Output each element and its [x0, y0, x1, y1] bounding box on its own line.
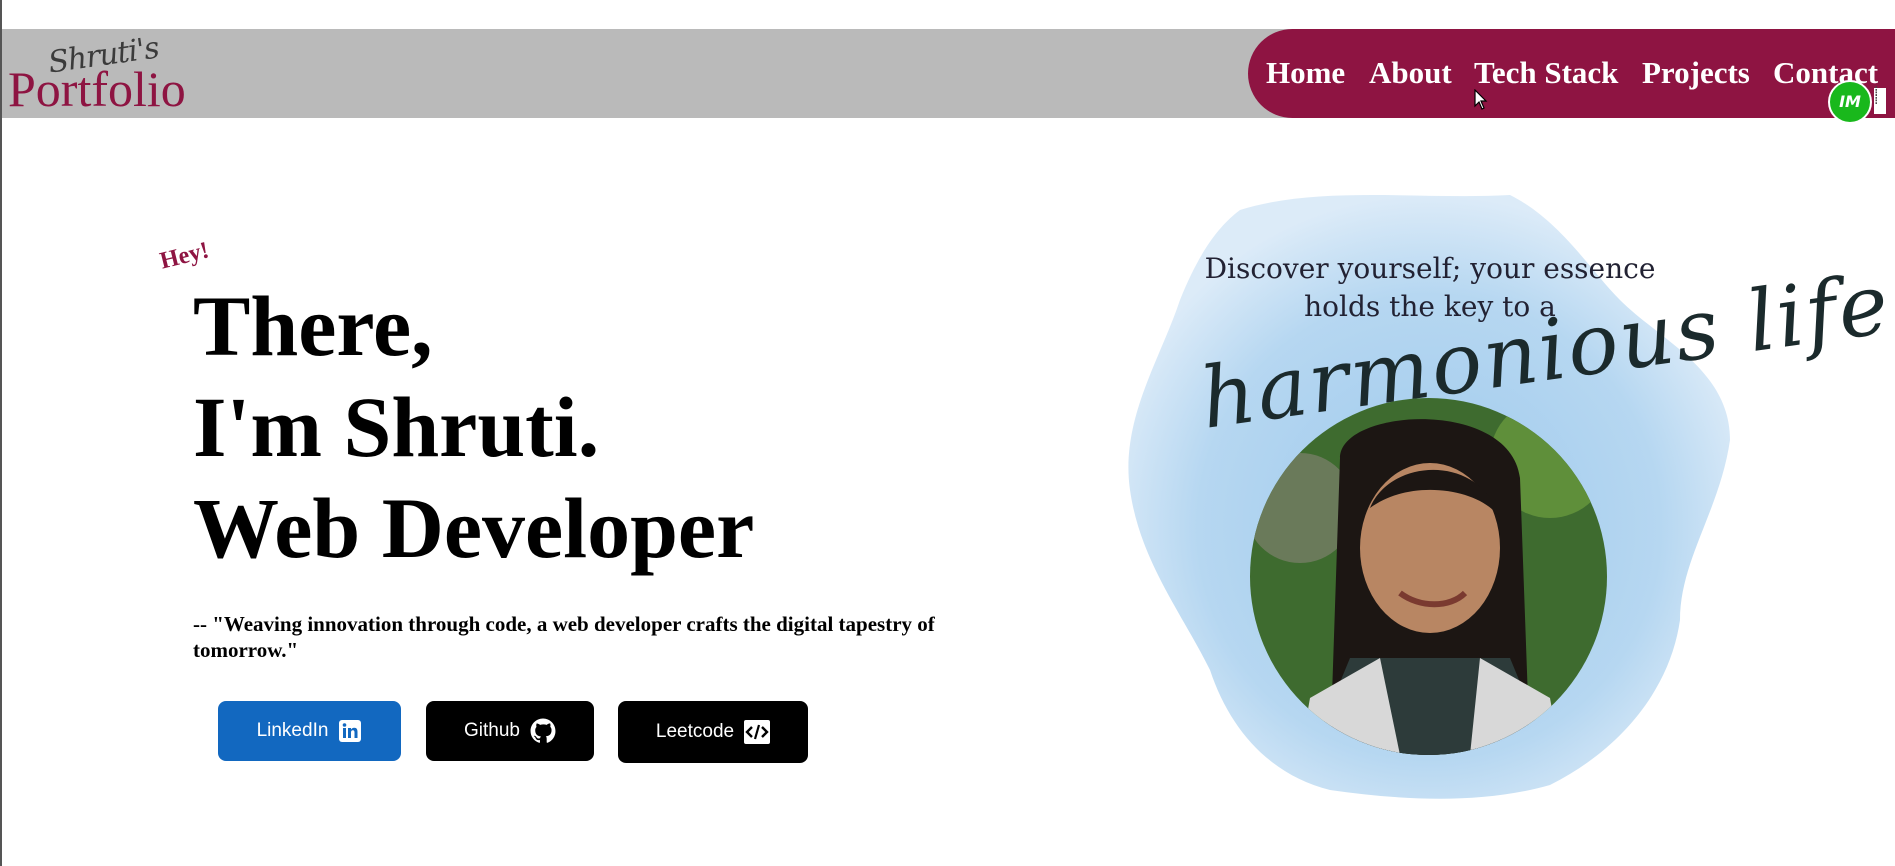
nav-projects[interactable]: Projects [1642, 55, 1750, 91]
greeting-text: Hey! [157, 237, 212, 275]
portrait-photo [1250, 398, 1607, 755]
window-left-border [0, 0, 2, 866]
headline-line-1: There, [193, 278, 433, 374]
linkedin-icon [338, 719, 362, 743]
mouse-cursor-icon [1474, 89, 1488, 110]
extension-drag-handle-icon[interactable]: ⁞ ⁞ [1874, 85, 1886, 114]
linkedin-button-label: LinkedIn [256, 720, 329, 741]
leetcode-button[interactable]: Leetcode [618, 701, 808, 763]
github-button-label: Github [464, 720, 520, 741]
extension-badge-icon[interactable]: IM [1828, 80, 1872, 124]
linkedin-button[interactable]: LinkedIn [218, 701, 401, 761]
headline-line-3: Web Developer [193, 480, 755, 576]
logo-main-text: Portfolio [8, 61, 186, 117]
github-icon [530, 718, 556, 744]
github-button[interactable]: Github [426, 701, 594, 761]
code-icon [744, 720, 771, 744]
site-logo[interactable]: Shruti's Portfolio [8, 30, 208, 117]
headline-line-2: I'm Shruti. [193, 379, 600, 475]
leetcode-button-label: Leetcode [655, 721, 735, 742]
nav-about[interactable]: About [1369, 55, 1452, 91]
tagline-quote: -- "Weaving innovation through code, a w… [193, 612, 935, 662]
main-nav: Home About Tech Stack Projects Contact [1248, 29, 1895, 118]
nav-tech-stack[interactable]: Tech Stack [1474, 55, 1618, 91]
nav-home[interactable]: Home [1266, 55, 1345, 91]
